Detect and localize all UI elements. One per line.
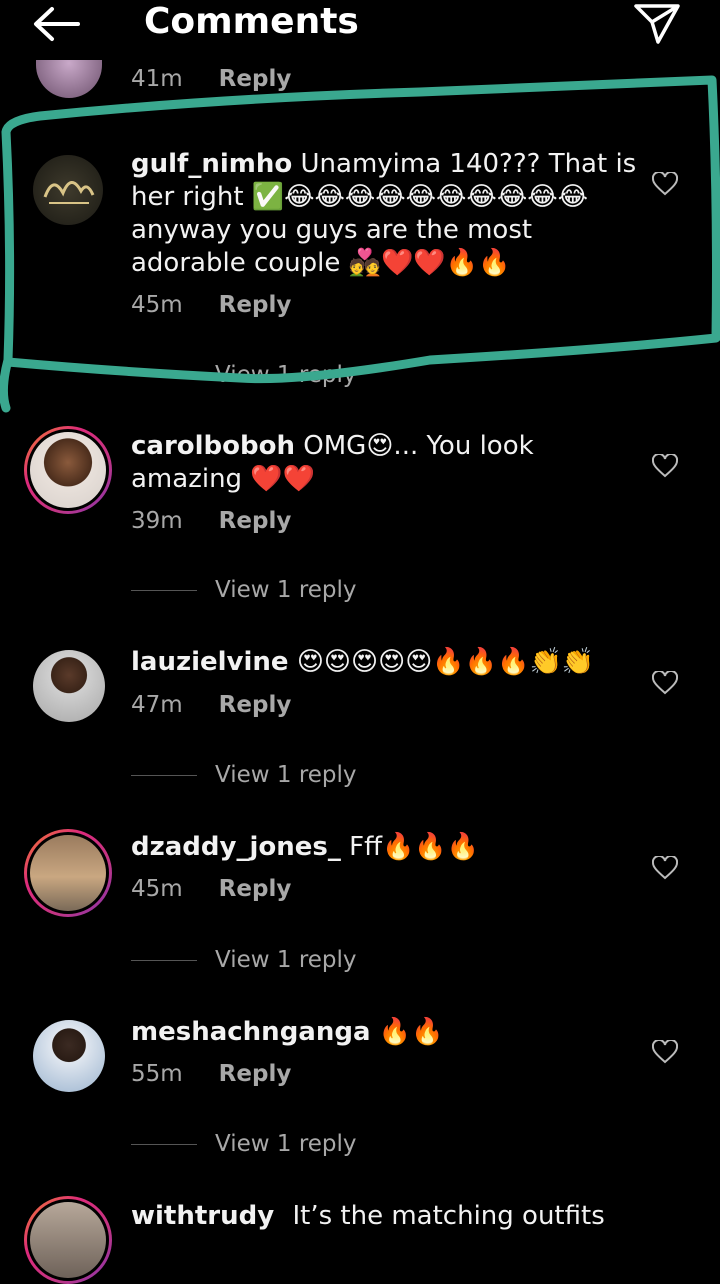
reply-button[interactable]: Reply	[219, 1061, 292, 1087]
avatar[interactable]	[24, 829, 112, 917]
header-bar: Comments	[0, 0, 720, 60]
avatar[interactable]	[33, 650, 105, 722]
comment-meta: 55m Reply	[131, 1061, 291, 1087]
avatar[interactable]	[24, 1196, 112, 1284]
view-replies-link[interactable]: View 1 reply	[131, 762, 357, 788]
comment-time: 41m	[131, 66, 183, 92]
view-replies-label: View 1 reply	[215, 362, 357, 388]
reply-button[interactable]: Reply	[219, 292, 292, 318]
username[interactable]: dzaddy_jones_	[131, 832, 341, 862]
divider	[131, 374, 197, 376]
comment-text: meshachnganga 🔥🔥	[131, 1016, 651, 1049]
comment-text: gulf_nimho Unamyima 140??? That is her r…	[131, 148, 651, 280]
comment-time: 45m	[131, 876, 183, 902]
send-icon[interactable]	[632, 0, 682, 50]
view-replies-label: View 1 reply	[215, 947, 357, 973]
view-replies-link[interactable]: View 1 reply	[131, 1131, 357, 1157]
comment-time: 39m	[131, 508, 183, 534]
page-title: Comments	[144, 1, 359, 42]
reply-button[interactable]: Reply	[219, 508, 292, 534]
comment-text: carolboboh OMG😍... You look amazing ❤️❤️	[131, 430, 651, 496]
heart-icon[interactable]	[651, 170, 679, 200]
divider	[131, 774, 197, 776]
username[interactable]: gulf_nimho	[131, 149, 292, 179]
comment-meta: 45m Reply	[131, 292, 291, 318]
username[interactable]: withtrudy	[131, 1201, 274, 1231]
comment-meta: 45m Reply	[131, 876, 291, 902]
divider	[131, 959, 197, 961]
divider	[131, 1143, 197, 1145]
comment-text: dzaddy_jones_ Fff🔥🔥🔥	[131, 831, 651, 864]
reply-button[interactable]: Reply	[219, 692, 292, 718]
heart-icon[interactable]	[651, 854, 679, 884]
comment-body: It’s the matching outfits	[292, 1201, 605, 1231]
comment-meta: 47m Reply	[131, 692, 291, 718]
view-replies-link[interactable]: View 1 reply	[131, 362, 357, 388]
comment-body: 🔥🔥	[378, 1017, 444, 1047]
reply-button[interactable]: Reply	[219, 876, 292, 902]
heart-icon[interactable]	[651, 669, 679, 699]
username[interactable]: meshachnganga	[131, 1017, 371, 1047]
avatar[interactable]	[33, 155, 103, 225]
username[interactable]: lauzielvine	[131, 647, 289, 677]
comment-meta: 39m Reply	[131, 508, 291, 534]
comment-text: lauzielvine 😍😍😍😍😍🔥🔥🔥👏👏	[131, 646, 651, 679]
comment-time: 47m	[131, 692, 183, 718]
divider	[131, 589, 197, 591]
view-replies-label: View 1 reply	[215, 762, 357, 788]
view-replies-label: View 1 reply	[215, 577, 357, 603]
avatar[interactable]	[33, 1020, 105, 1092]
comment-body: Fff🔥🔥🔥	[349, 832, 480, 862]
comment-time: 45m	[131, 292, 183, 318]
comment-meta: 41m Reply	[131, 64, 291, 94]
heart-icon[interactable]	[651, 452, 679, 482]
username[interactable]: carolboboh	[131, 431, 295, 461]
comment-time: 55m	[131, 1061, 183, 1087]
arrow-left-icon[interactable]	[30, 4, 82, 48]
avatar[interactable]	[24, 426, 112, 514]
heart-icon[interactable]	[651, 1038, 679, 1068]
view-replies-label: View 1 reply	[215, 1131, 357, 1157]
comment-body: 😍😍😍😍😍🔥🔥🔥👏👏	[296, 647, 595, 677]
view-replies-link[interactable]: View 1 reply	[131, 577, 357, 603]
reply-button[interactable]: Reply	[219, 66, 292, 92]
view-replies-link[interactable]: View 1 reply	[131, 947, 357, 973]
comment-text: withtrudy It’s the matching outfits	[131, 1200, 651, 1233]
